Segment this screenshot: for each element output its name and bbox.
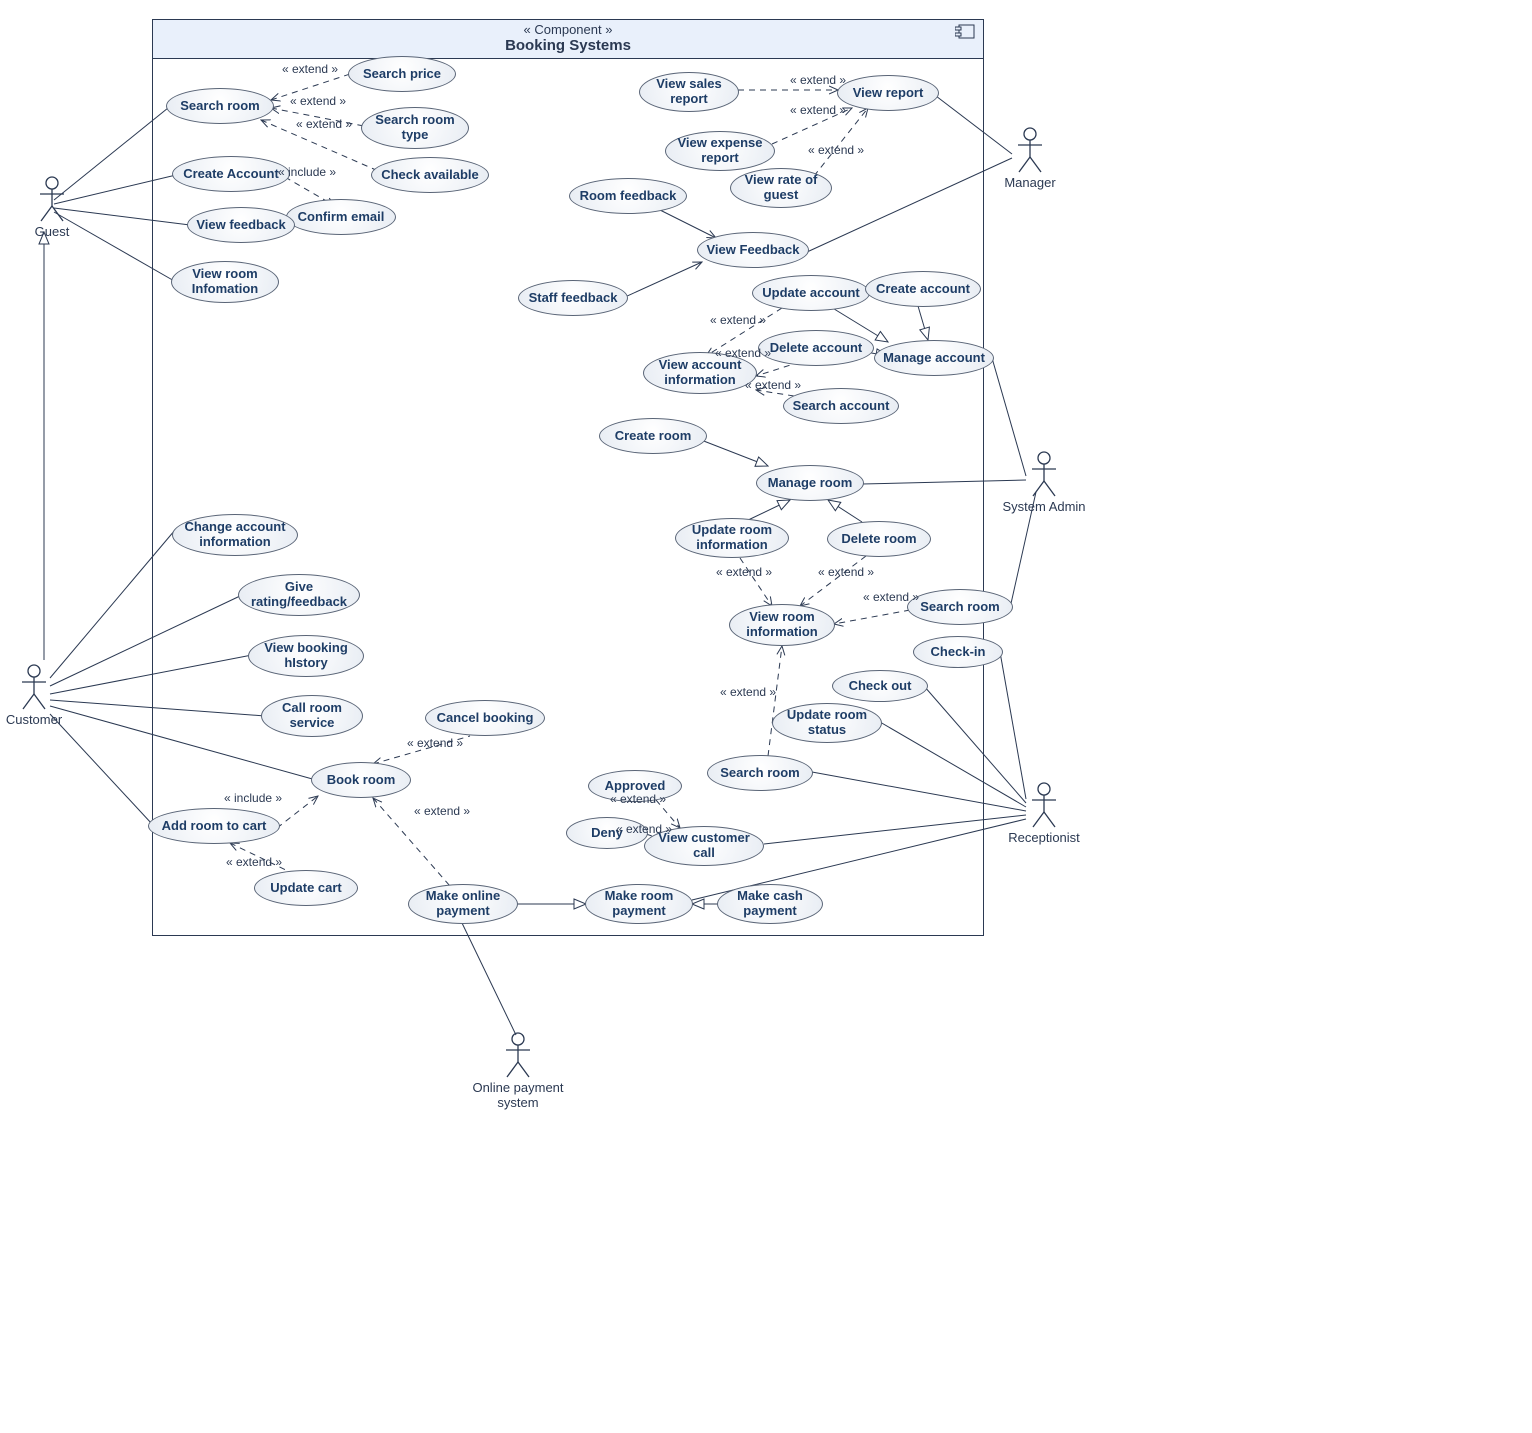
usecase-update-acc: Update account [752, 275, 870, 311]
edge [462, 923, 516, 1035]
usecase-search-room: Search room [166, 88, 274, 124]
actor-guest: Guest [32, 176, 72, 239]
usecase-manage-room: Manage room [756, 465, 864, 501]
usecase-search-price: Search price [348, 56, 456, 92]
usecase-room-fb: Room feedback [569, 178, 687, 214]
usecase-create-account: Create Account [172, 156, 290, 192]
edge-label: « include » [224, 791, 282, 805]
usecase-call-room: Call roomservice [261, 695, 363, 737]
usecase-create-room2: Create room [599, 418, 707, 454]
edge-label: « extend » [610, 792, 666, 806]
usecase-view-feedback-g: View feedback [187, 207, 295, 243]
usecase-view-sales: View salesreport [639, 72, 739, 112]
usecase-add-cart: Add room to cart [148, 808, 280, 844]
edge-label: « extend » [414, 804, 470, 818]
edge-label: « extend » [616, 822, 672, 836]
edge-label: « extend » [407, 736, 463, 750]
usecase-cash-pay: Make cashpayment [717, 884, 823, 924]
frame-title: Booking Systems [153, 37, 983, 54]
edge-label: « extend » [710, 313, 766, 327]
edge-label: « extend » [226, 855, 282, 869]
edge-label: « extend » [790, 103, 846, 117]
usecase-book-room: Book room [311, 762, 411, 798]
usecase-view-room-info-g: View roomInfomation [171, 261, 279, 303]
usecase-check-avail: Check available [371, 157, 489, 193]
diagram-canvas: « Component » Booking Systems Search roo… [0, 0, 1532, 1433]
edge-label: « extend » [863, 590, 919, 604]
usecase-view-expense: View expensereport [665, 131, 775, 171]
usecase-manage-acc: Manage account [874, 340, 994, 376]
usecase-check-in: Check-in [913, 636, 1003, 668]
edge-label: « include » [278, 165, 336, 179]
usecase-update-cart: Update cart [254, 870, 358, 906]
actor-customer: Customer [14, 664, 54, 727]
edge-label: « extend » [282, 62, 338, 76]
edge-label: « extend » [790, 73, 846, 87]
usecase-update-room-info: Update roominformation [675, 518, 789, 558]
usecase-staff-fb: Staff feedback [518, 280, 628, 316]
edge-label: « extend » [818, 565, 874, 579]
edge [50, 714, 152, 824]
usecase-search-acc: Search account [783, 388, 899, 424]
usecase-room-pay: Make roompayment [585, 884, 693, 924]
usecase-delete-room: Delete room [827, 521, 931, 557]
actor-receptionist: Receptionist [1024, 782, 1064, 845]
edge-label: « extend » [720, 685, 776, 699]
usecase-search-type: Search roomtype [361, 107, 469, 149]
usecase-cancel-booking: Cancel booking [425, 700, 545, 736]
usecase-create-acc: Create account [865, 271, 981, 307]
usecase-check-out: Check out [832, 670, 928, 702]
actor-sysadmin: System Admin [1024, 451, 1064, 514]
frame-stereotype: « Component » [153, 22, 983, 37]
edge-label: « extend » [745, 378, 801, 392]
usecase-view-feedback-m: View Feedback [697, 232, 809, 268]
edge-label: « extend » [296, 117, 352, 131]
actor-manager: Manager [1010, 127, 1050, 190]
usecase-change-acc: Change accountinformation [172, 514, 298, 556]
edge-label: « extend » [290, 94, 346, 108]
edge-label: « extend » [808, 143, 864, 157]
usecase-online-pay: Make onlinepayment [408, 884, 518, 924]
actor-online: Online paymentsystem [498, 1032, 538, 1110]
usecase-confirm-email: Confirm email [286, 199, 396, 235]
usecase-view-hist: View bookinghIstory [248, 635, 364, 677]
usecase-view-report: View report [837, 75, 939, 111]
component-icon [955, 24, 975, 39]
component-frame-head: « Component » Booking Systems [153, 20, 983, 59]
edge [1000, 652, 1026, 799]
usecase-view-rate: View rate ofguest [730, 168, 832, 208]
usecase-search-room2: Search room [907, 589, 1013, 625]
usecase-delete-acc: Delete account [758, 330, 874, 366]
edge [992, 358, 1026, 476]
edge-label: « extend » [716, 565, 772, 579]
usecase-view-room-info: View roominformation [729, 604, 835, 646]
edge-label: « extend » [715, 346, 771, 360]
usecase-give-rating: Giverating/feedback [238, 574, 360, 616]
usecase-update-room-status: Update roomstatus [772, 703, 882, 743]
usecase-search-room3: Search room [707, 755, 813, 791]
